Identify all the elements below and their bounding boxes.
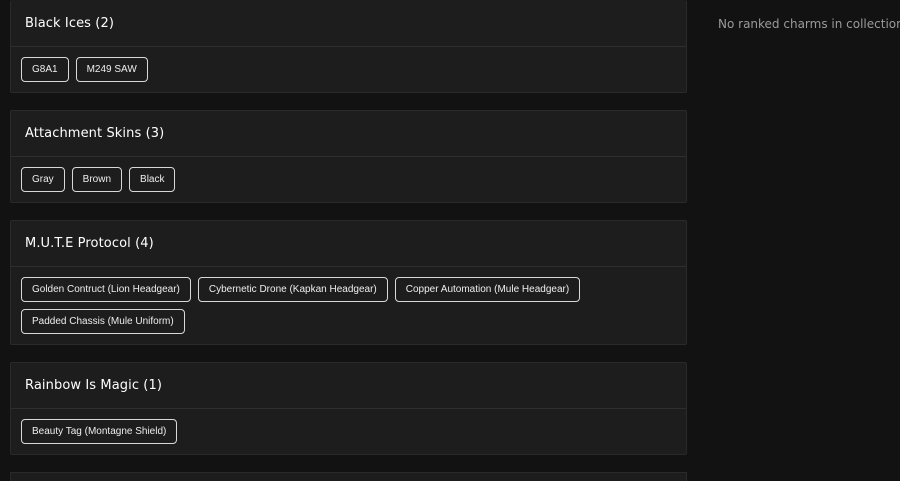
collection-items: Gray Brown Black <box>11 157 686 202</box>
item-chip-black[interactable]: Black <box>129 167 176 192</box>
collection-card-rainbow-is-magic: Rainbow Is Magic (1) Beauty Tag (Montagn… <box>10 362 687 455</box>
item-chip-golden-contruct[interactable]: Golden Contruct (Lion Headgear) <box>21 277 191 302</box>
collection-title: Rainbow Is Magic (1) <box>25 378 163 393</box>
collection-items: Golden Contruct (Lion Headgear) Cybernet… <box>11 267 686 344</box>
item-chip-g8a1[interactable]: G8A1 <box>21 57 69 82</box>
item-chip-brown[interactable]: Brown <box>71 167 123 192</box>
collection-card-next-partial <box>10 472 687 481</box>
item-chip-cybernetic-drone[interactable]: Cybernetic Drone (Kapkan Headgear) <box>197 277 388 302</box>
collection-title: Attachment Skins (3) <box>25 126 165 141</box>
ranked-charms-panel: No ranked charms in collection <box>718 17 900 31</box>
collection-card-mute-protocol: M.U.T.E Protocol (4) Golden Contruct (Li… <box>10 220 687 345</box>
collections-list: Black Ices (2) G8A1 M249 SAW Attachment … <box>10 0 687 481</box>
collection-header: Rainbow Is Magic (1) <box>11 363 686 409</box>
item-chip-padded-chassis[interactable]: Padded Chassis (Mule Uniform) <box>21 309 185 334</box>
collection-card-attachment-skins: Attachment Skins (3) Gray Brown Black <box>10 110 687 203</box>
collection-header: Black Ices (2) <box>11 1 686 47</box>
item-chip-beauty-tag[interactable]: Beauty Tag (Montagne Shield) <box>21 419 178 444</box>
collections-page: Black Ices (2) G8A1 M249 SAW Attachment … <box>0 0 900 481</box>
collection-title: M.U.T.E Protocol (4) <box>25 236 154 251</box>
collection-header: Attachment Skins (3) <box>11 111 686 157</box>
collection-items: Beauty Tag (Montagne Shield) <box>11 409 686 454</box>
empty-state-message: No ranked charms in collection <box>718 17 900 31</box>
item-chip-copper-automation[interactable]: Copper Automation (Mule Headgear) <box>394 277 581 302</box>
collection-title: Black Ices (2) <box>25 16 115 31</box>
collection-items: G8A1 M249 SAW <box>11 47 686 92</box>
collection-card-black-ices: Black Ices (2) G8A1 M249 SAW <box>10 0 687 93</box>
collection-header: M.U.T.E Protocol (4) <box>11 221 686 267</box>
item-chip-m249-saw[interactable]: M249 SAW <box>75 57 148 82</box>
item-chip-gray[interactable]: Gray <box>21 167 65 192</box>
